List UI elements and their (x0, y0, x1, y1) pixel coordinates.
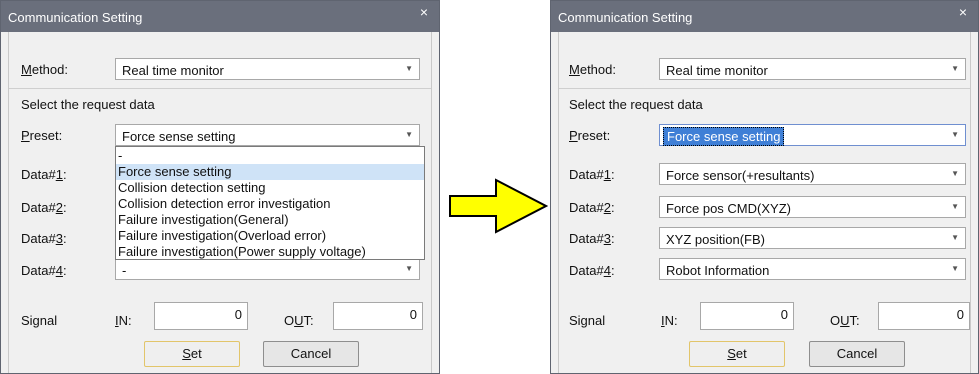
preset-dropdown-list: - Force sense setting Collision detectio… (115, 146, 425, 260)
chevron-down-icon: ▼ (951, 233, 959, 242)
left-dialog: Communication Setting × Method: Real tim… (0, 0, 440, 374)
method-select[interactable]: Real time monitor ▼ (115, 58, 420, 80)
data4-label: Data#4: (569, 263, 615, 278)
signal-in-input[interactable]: 0 (154, 302, 248, 330)
preset-select[interactable]: Force sense setting ▼ (115, 124, 420, 146)
chevron-down-icon: ▼ (405, 64, 413, 73)
dialog-title: Communication Setting (558, 10, 693, 25)
cancel-button[interactable]: Cancel (263, 341, 359, 367)
data1-label: Data#1: (569, 167, 615, 182)
dropdown-option[interactable]: Failure investigation(Power supply volta… (116, 244, 424, 260)
chevron-down-icon: ▼ (951, 264, 959, 273)
method-value: Real time monitor (666, 63, 768, 78)
data1-select[interactable]: Force sensor(+resultants) ▼ (659, 163, 966, 185)
chevron-down-icon: ▼ (951, 130, 959, 139)
data1-label: Data#1: (21, 167, 67, 182)
set-button[interactable]: Set (144, 341, 240, 367)
chevron-down-icon: ▼ (405, 264, 413, 273)
dropdown-option[interactable]: Failure investigation(General) (116, 212, 424, 228)
dropdown-option[interactable]: Collision detection setting (116, 180, 424, 196)
preset-value: Force sense setting (122, 129, 236, 144)
data4-value: Robot Information (666, 263, 770, 278)
data4-label: Data#4: (21, 263, 67, 278)
signal-label: Signal (569, 313, 606, 328)
data2-label: Data#2: (569, 200, 615, 215)
chevron-down-icon: ▼ (951, 64, 959, 73)
dropdown-option[interactable]: - (116, 148, 424, 164)
right-arrow-icon (449, 178, 548, 234)
out-label: OUT: (830, 313, 860, 328)
chevron-down-icon: ▼ (951, 202, 959, 211)
dialog-body: Method: Real time monitor ▼ Select the r… (8, 32, 432, 373)
close-icon[interactable]: × (415, 4, 433, 20)
section-heading: Select the request data (21, 97, 155, 112)
dropdown-option[interactable]: Collision detection error investigation (116, 196, 424, 212)
data1-value: Force sensor(+resultants) (666, 168, 815, 183)
data3-value: XYZ position(FB) (666, 232, 765, 247)
out-label: OUT: (284, 313, 314, 328)
method-select[interactable]: Real time monitor ▼ (659, 58, 966, 80)
data3-label: Data#3: (569, 231, 615, 246)
dropdown-option[interactable]: Failure investigation(Overload error) (116, 228, 424, 244)
set-button[interactable]: Set (689, 341, 785, 367)
title-bar: Communication Setting × (551, 1, 978, 32)
data3-select[interactable]: XYZ position(FB) ▼ (659, 227, 966, 249)
method-label: Method: (21, 62, 68, 77)
separator (9, 88, 431, 89)
data4-select[interactable]: Robot Information ▼ (659, 258, 966, 280)
signal-out-input[interactable]: 0 (878, 302, 970, 330)
in-label: IN: (115, 313, 132, 328)
in-label: IN: (661, 313, 678, 328)
method-value: Real time monitor (122, 63, 224, 78)
preset-select[interactable]: Force sense setting ▼ (659, 124, 966, 146)
chevron-down-icon: ▼ (951, 169, 959, 178)
title-bar: Communication Setting × (1, 1, 439, 32)
data2-label: Data#2: (21, 200, 67, 215)
preset-value: Force sense setting (663, 127, 785, 146)
dialog-body: Method: Real time monitor ▼ Select the r… (558, 32, 971, 373)
close-icon[interactable]: × (954, 4, 972, 20)
dialog-title: Communication Setting (8, 10, 143, 25)
data4-value: - (122, 263, 127, 278)
signal-out-input[interactable]: 0 (333, 302, 423, 330)
dropdown-option[interactable]: Force sense setting (116, 164, 424, 180)
right-dialog: Communication Setting × Method: Real tim… (550, 0, 979, 374)
separator (559, 88, 970, 89)
data4-select[interactable]: - ▼ (115, 258, 420, 280)
preset-label: Preset: (569, 128, 611, 143)
cancel-button[interactable]: Cancel (809, 341, 905, 367)
method-label: Method: (569, 62, 616, 77)
data3-label: Data#3: (21, 231, 67, 246)
data2-select[interactable]: Force pos CMD(XYZ) ▼ (659, 196, 966, 218)
section-heading: Select the request data (569, 97, 703, 112)
preset-label: Preset: (21, 128, 63, 143)
signal-in-input[interactable]: 0 (700, 302, 794, 330)
data2-value: Force pos CMD(XYZ) (666, 201, 791, 216)
signal-label: Signal (21, 313, 58, 328)
chevron-down-icon: ▼ (405, 130, 413, 139)
